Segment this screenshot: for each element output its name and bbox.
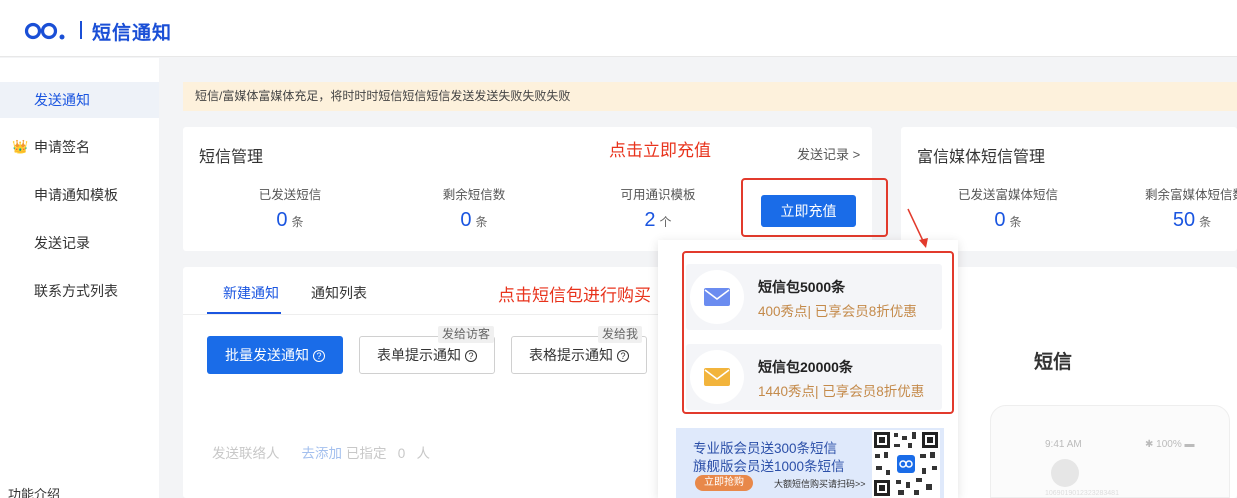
sidebar-item-send-records[interactable]: 发送记录 — [0, 225, 159, 261]
tab-active-indicator — [207, 312, 281, 314]
package-price: 1440秀点| 已享会员8折优惠 — [758, 384, 925, 399]
sidebar-item-label: 联系方式列表 — [34, 283, 118, 299]
banner-line-1: 专业版会员送300条短信 — [693, 441, 838, 456]
rich-card-title: 富信媒体短信管理 — [917, 149, 1046, 166]
sidebar-item-apply-signature[interactable]: 👑 申请签名 — [0, 129, 159, 165]
sidebar-item-label: 发送记录 — [34, 235, 90, 251]
mail-icon — [704, 368, 730, 386]
sidebar-item-contacts-list[interactable]: 联系方式列表 — [0, 273, 159, 309]
top-bar: 短信通知 — [0, 0, 1237, 57]
crown-icon: 👑 — [12, 139, 29, 154]
package-20000[interactable]: 短信包20000条 1440秀点| 已享会员8折优惠 — [686, 344, 942, 410]
annotation-arrow — [907, 208, 928, 248]
app-title: 短信通知 — [92, 23, 173, 44]
sidebar-item-send-notice[interactable]: 发送通知 — [0, 82, 159, 118]
package-price: 400秀点| 已享会员8折优惠 — [758, 304, 917, 319]
add-contacts-link[interactable]: 去添加 — [302, 446, 343, 461]
notice-banner: 短信/富媒体富媒体充足，将时时时短信短信短信发送发送失败失败失败 — [183, 82, 1237, 111]
tab-notice-list[interactable]: 通知列表 — [311, 283, 367, 303]
stat-rich-remaining-value: 50 条 — [1172, 209, 1212, 231]
membership-promo-banner[interactable]: 专业版会员送300条短信 旗舰版会员送1000条短信 立即抢购 大额短信购买请扫… — [676, 428, 944, 498]
sidebar-item-apply-template[interactable]: 申请通知模板 — [0, 177, 159, 213]
contacts-row: 发送联络人 去添加 已指定 0 人 — [212, 446, 431, 461]
package-5000[interactable]: 短信包5000条 400秀点| 已享会员8折优惠 — [686, 264, 942, 330]
sidebar-footer-feature-intro[interactable]: 功能介绍 — [8, 484, 60, 498]
phone-time: 9:41 AM — [1045, 439, 1082, 450]
banner-line-2: 旗舰版会员送1000条短信 — [693, 459, 845, 474]
stat-remaining-label: 剩余短信数 — [442, 188, 506, 202]
annotation-click-package: 点击短信包进行购买 — [498, 286, 651, 305]
help-icon: ? — [313, 350, 325, 362]
stat-rich-sent-value: 0条 — [994, 209, 1022, 231]
sms-card-title: 短信管理 — [199, 149, 264, 166]
table-notice-tag: 发给我 — [598, 326, 643, 343]
tab-new-notice[interactable]: 新建通知 — [223, 283, 279, 303]
phone-sender-number: 1069019012323283481 — [1045, 490, 1119, 497]
tab-divider — [183, 314, 658, 315]
stat-sent-value: 0条 — [276, 209, 304, 231]
sidebar-item-label: 申请通知模板 — [34, 187, 118, 203]
stat-sent-label: 已发送短信 — [258, 188, 322, 202]
sidebar: 发送通知 👑 申请签名 申请通知模板 发送记录 联系方式列表 — [0, 58, 159, 498]
logo-separator — [80, 21, 82, 39]
send-records-link[interactable]: 发送记录 > — [797, 144, 860, 163]
help-icon: ? — [465, 350, 477, 362]
form-notice-tag: 发给访客 — [438, 326, 495, 343]
batch-send-button[interactable]: 批量发送通知? — [207, 336, 343, 374]
banner-buy-button[interactable]: 立即抢购 — [695, 475, 753, 491]
preview-title: 短信 — [1034, 352, 1073, 373]
stat-templates-label: 可用通识模板 — [620, 188, 696, 202]
sidebar-item-label: 发送通知 — [34, 92, 90, 108]
mail-icon — [704, 288, 730, 306]
qr-code-icon — [872, 430, 940, 498]
phone-preview — [990, 405, 1230, 498]
banner-scan-hint: 大额短信购买请扫码>> — [774, 479, 866, 489]
phone-avatar — [1051, 459, 1079, 487]
annotation-click-recharge: 点击立即充值 — [609, 141, 711, 160]
phone-battery: ✱ 100% ▬ — [1145, 439, 1195, 450]
help-icon: ? — [617, 350, 629, 362]
stat-rich-sent-label: 已发送富媒体短信 — [957, 188, 1058, 202]
cloud-logo-icon — [24, 22, 65, 40]
package-name: 短信包20000条 — [758, 359, 853, 375]
stat-templates-value: 2个 — [644, 209, 672, 231]
stat-remaining-value: 0条 — [460, 209, 488, 231]
package-name: 短信包5000条 — [758, 279, 846, 295]
recharge-button[interactable]: 立即充值 — [761, 195, 856, 227]
stat-rich-remaining-label: 剩余富媒体短信数 — [1145, 188, 1237, 202]
sidebar-item-label: 申请签名 — [34, 139, 90, 155]
